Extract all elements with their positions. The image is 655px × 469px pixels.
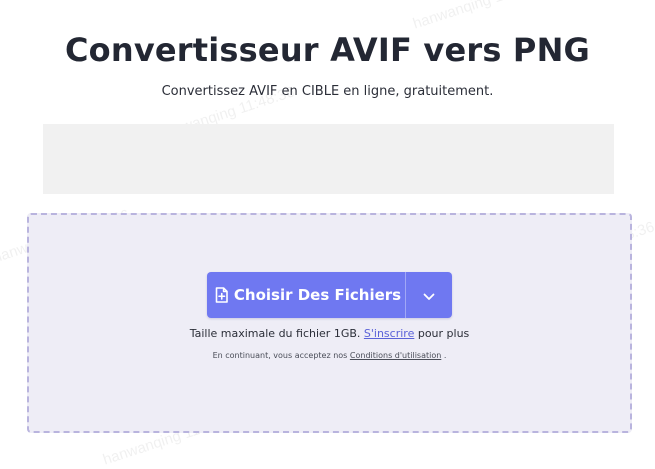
choose-files-button-group: Choisir Des Fichiers bbox=[207, 272, 452, 318]
signup-link[interactable]: S'inscrire bbox=[364, 327, 414, 340]
ad-placeholder bbox=[43, 124, 614, 194]
terms-note: En continuant, vous acceptez nos Conditi… bbox=[29, 350, 630, 362]
terms-prefix: En continuant, vous acceptez nos bbox=[212, 351, 348, 360]
choose-files-label: Choisir Des Fichiers bbox=[233, 286, 402, 304]
file-dropzone[interactable]: Choisir Des Fichiers Taille maximale du … bbox=[27, 213, 632, 433]
choose-files-button[interactable]: Choisir Des Fichiers bbox=[207, 272, 405, 318]
upload-source-dropdown[interactable] bbox=[406, 272, 452, 318]
max-size-note: Taille maximale du fichier 1GB. S'inscri… bbox=[29, 326, 630, 342]
file-plus-icon bbox=[215, 287, 228, 303]
terms-suffix: . bbox=[443, 351, 447, 360]
chevron-down-icon bbox=[423, 286, 435, 305]
max-size-suffix: pour plus bbox=[417, 327, 470, 340]
page-subtitle: Convertissez AVIF en CIBLE en ligne, gra… bbox=[161, 84, 494, 99]
terms-link[interactable]: Conditions d'utilisation bbox=[350, 351, 441, 360]
max-size-text: Taille maximale du fichier 1GB. bbox=[189, 327, 361, 340]
page-title: Convertisseur AVIF vers PNG bbox=[64, 31, 591, 69]
